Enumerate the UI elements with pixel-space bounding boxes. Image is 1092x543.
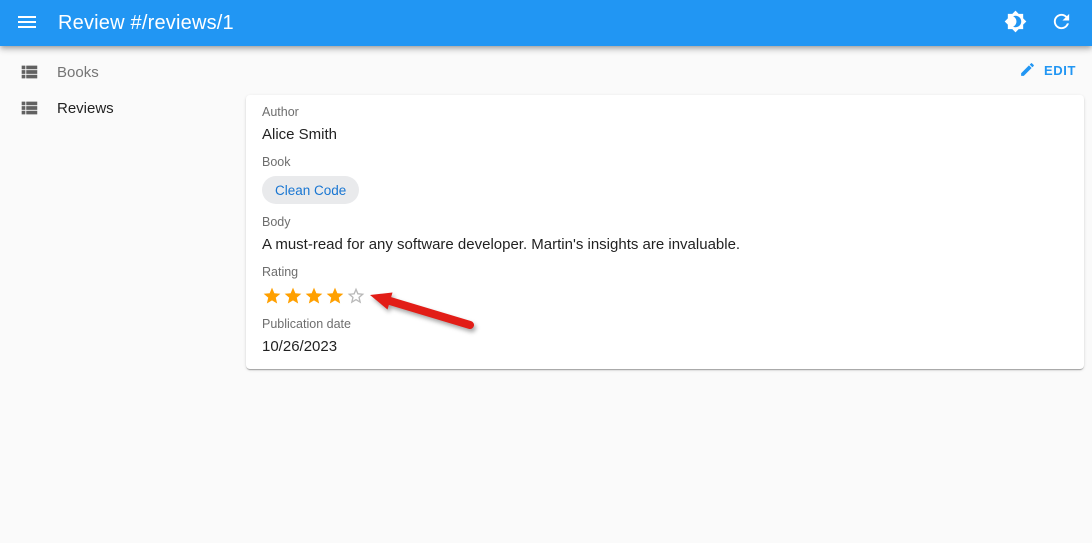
book-chip-label: Clean Code bbox=[275, 182, 347, 198]
refresh-button[interactable] bbox=[1042, 4, 1080, 42]
body-label: Body bbox=[262, 215, 291, 229]
rating-stars bbox=[262, 286, 1068, 306]
list-icon bbox=[18, 61, 40, 83]
sidebar-item-books[interactable]: Books bbox=[0, 54, 240, 90]
publication-date-label: Publication date bbox=[262, 317, 351, 331]
author-label: Author bbox=[262, 105, 299, 119]
star-filled-icon bbox=[283, 286, 303, 306]
author-value: Alice Smith bbox=[262, 126, 338, 143]
sidebar-item-reviews[interactable]: Reviews bbox=[0, 90, 240, 126]
star-filled-icon bbox=[325, 286, 345, 306]
body-value: A must-read for any software developer. … bbox=[262, 236, 741, 253]
star-filled-icon bbox=[304, 286, 324, 306]
book-field: Book Clean Code bbox=[262, 155, 1068, 204]
sidebar-item-label: Reviews bbox=[57, 99, 114, 117]
book-label: Book bbox=[262, 155, 291, 169]
star-empty-icon bbox=[346, 286, 366, 306]
rating-label: Rating bbox=[262, 265, 299, 279]
book-chip[interactable]: Clean Code bbox=[262, 176, 360, 204]
author-field: Author Alice Smith bbox=[262, 105, 1068, 144]
edit-button[interactable]: EDIT bbox=[1013, 56, 1082, 86]
app-bar: Review #/reviews/1 bbox=[0, 0, 1092, 46]
edit-button-label: EDIT bbox=[1043, 63, 1076, 78]
show-toolbar: EDIT bbox=[246, 46, 1084, 95]
refresh-icon bbox=[1050, 10, 1073, 36]
sidebar-item-label: Books bbox=[57, 63, 99, 81]
pencil-icon bbox=[1019, 61, 1036, 81]
menu-icon bbox=[15, 10, 39, 37]
review-detail-card: Author Alice Smith Book Clean Code Body … bbox=[246, 95, 1084, 369]
body-field: Body A must-read for any software develo… bbox=[262, 215, 1068, 254]
app-bar-actions bbox=[996, 4, 1080, 42]
sidebar: Books Reviews bbox=[0, 46, 240, 126]
rating-field: Rating bbox=[262, 265, 1068, 306]
page-title: Review #/reviews/1 bbox=[58, 11, 234, 34]
star-filled-icon bbox=[262, 286, 282, 306]
menu-button[interactable] bbox=[8, 4, 46, 42]
dark-mode-toggle-icon bbox=[1004, 10, 1027, 36]
publication-date-value: 10/26/2023 bbox=[262, 338, 338, 355]
theme-toggle-button[interactable] bbox=[996, 4, 1034, 42]
list-icon bbox=[18, 97, 40, 119]
main-content: EDIT Author Alice Smith Book Clean Code … bbox=[246, 46, 1084, 369]
publication-date-field: Publication date 10/26/2023 bbox=[262, 317, 1068, 356]
